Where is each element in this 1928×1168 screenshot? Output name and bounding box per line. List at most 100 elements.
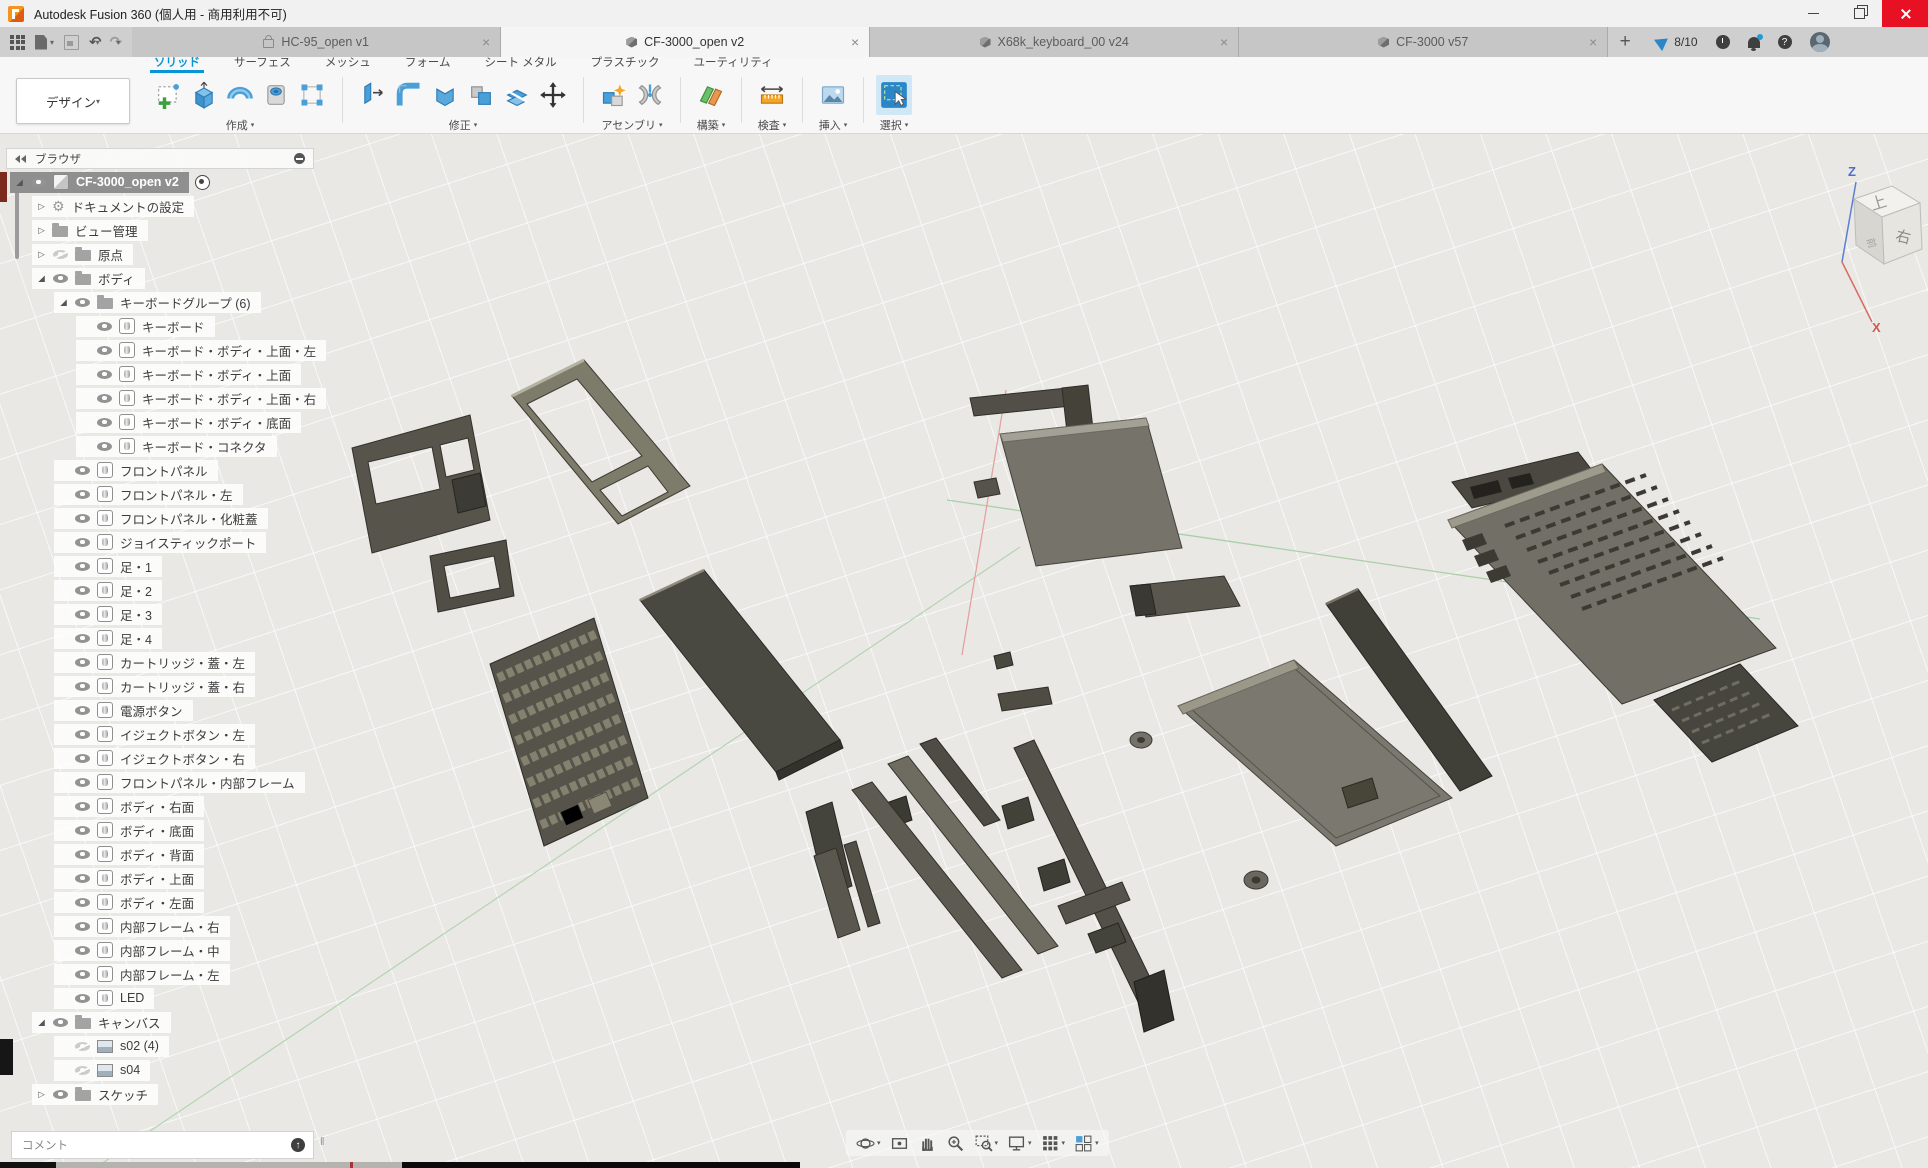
visibility-eye-icon[interactable] (53, 250, 68, 259)
display-settings-button[interactable]: ▾ (1007, 1134, 1032, 1153)
file-menu-icon[interactable]: ▾ (35, 35, 54, 50)
measure-button[interactable] (754, 75, 790, 115)
tree-row[interactable]: キーボード (6, 314, 314, 338)
visibility-eye-icon[interactable] (75, 850, 90, 859)
close-tab-icon[interactable]: × (482, 34, 490, 50)
notifications-bell-icon[interactable] (1748, 37, 1760, 48)
tree-row[interactable]: ◢キーボードグループ (6) (6, 290, 314, 314)
tree-row[interactable]: ▷ビュー管理 (6, 218, 314, 242)
tree-row[interactable]: ▷原点 (6, 242, 314, 266)
move-button[interactable] (535, 75, 571, 115)
construct-menu[interactable]: 構築▾ (697, 117, 726, 133)
pattern-button[interactable] (294, 75, 330, 115)
visibility-eye-icon[interactable] (75, 802, 90, 811)
create-menu[interactable]: 作成▾ (226, 117, 255, 133)
tree-row[interactable]: ボディ・上面 (6, 866, 314, 890)
visibility-eye-icon[interactable] (53, 1018, 68, 1027)
expand-closed-icon[interactable]: ▷ (34, 201, 49, 212)
visibility-eye-icon[interactable] (75, 514, 90, 523)
tree-row[interactable]: カートリッジ・蓋・右 (6, 674, 314, 698)
visibility-eye-icon[interactable] (75, 562, 90, 571)
restore-button[interactable] (1836, 0, 1882, 27)
tree-row[interactable]: 足・4 (6, 626, 314, 650)
tree-row[interactable]: s02 (4) (6, 1034, 314, 1058)
visibility-eye-icon[interactable] (75, 970, 90, 979)
visibility-eye-icon[interactable] (75, 994, 90, 1003)
pan-button[interactable] (918, 1134, 937, 1153)
ribbon-tab[interactable]: ソリッド (150, 54, 204, 73)
tree-row[interactable]: ◢CF-3000_open v2 (6, 170, 314, 194)
job-status[interactable]: 8/10 (1656, 35, 1697, 49)
tree-row[interactable]: フロントパネル・化粧蓋 (6, 506, 314, 530)
tree-row[interactable]: 内部フレーム・左 (6, 962, 314, 986)
document-tab[interactable]: HC-95_open v1× (132, 27, 501, 57)
look-at-button[interactable] (890, 1134, 909, 1153)
minimize-button[interactable] (1790, 0, 1836, 27)
display-mode-icon[interactable] (294, 153, 305, 164)
view-cube[interactable]: Z X 上 右 前 (1796, 152, 1928, 332)
comment-bar[interactable]: コメント ↑ (11, 1131, 314, 1159)
tree-row[interactable]: キーボード・ボディ・上面・右 (6, 386, 314, 410)
tree-row[interactable]: ▷スケッチ (6, 1082, 314, 1106)
visibility-eye-icon[interactable] (75, 778, 90, 787)
tree-row[interactable]: ボディ・左面 (6, 890, 314, 914)
ribbon-tab[interactable]: プラスチック (587, 54, 664, 73)
tree-row[interactable]: イジェクトボタン・左 (6, 722, 314, 746)
tree-row[interactable]: 内部フレーム・中 (6, 938, 314, 962)
tree-row[interactable]: ▷⚙ドキュメントの設定 (6, 194, 314, 218)
visibility-eye-icon[interactable] (75, 586, 90, 595)
visibility-eye-icon[interactable] (75, 1042, 90, 1051)
visibility-eye-icon[interactable] (75, 874, 90, 883)
app-grid-icon[interactable] (10, 35, 25, 50)
document-tab[interactable]: CF-3000 v57× (1239, 27, 1608, 57)
tree-row[interactable]: LED (6, 986, 314, 1010)
visibility-eye-icon[interactable] (75, 466, 90, 475)
document-tab[interactable]: CF-3000_open v2× (501, 27, 870, 57)
tree-row[interactable]: 足・3 (6, 602, 314, 626)
redo-icon[interactable]: ↷▾ (110, 33, 121, 51)
document-tab[interactable]: X68k_keyboard_00 v24× (870, 27, 1239, 57)
select-menu[interactable]: 選択▾ (880, 117, 909, 133)
combine-button[interactable] (463, 75, 499, 115)
split-body-button[interactable] (499, 75, 535, 115)
construction-plane-button[interactable] (693, 75, 729, 115)
visibility-eye-icon[interactable] (75, 634, 90, 643)
visibility-eye-icon[interactable] (31, 178, 46, 187)
insert-menu[interactable]: 挿入▾ (819, 117, 848, 133)
expand-open-icon[interactable]: ◢ (34, 1017, 49, 1028)
close-tab-icon[interactable]: × (1220, 34, 1228, 50)
comment-submit-icon[interactable]: ↑ (291, 1138, 305, 1152)
visibility-eye-icon[interactable] (97, 394, 112, 403)
insert-image-button[interactable] (815, 75, 851, 115)
visibility-eye-icon[interactable] (97, 346, 112, 355)
tree-row[interactable]: 電源ボタン (6, 698, 314, 722)
tree-row[interactable]: フロントパネル (6, 458, 314, 482)
expand-closed-icon[interactable]: ▷ (34, 1089, 49, 1100)
ribbon-tab[interactable]: フォーム (401, 54, 455, 73)
tree-row[interactable]: 足・2 (6, 578, 314, 602)
tree-row[interactable]: 足・1 (6, 554, 314, 578)
expand-closed-icon[interactable]: ▷ (34, 249, 49, 260)
select-button[interactable] (876, 75, 912, 115)
help-icon[interactable]: ? (1778, 35, 1792, 49)
visibility-eye-icon[interactable] (97, 370, 112, 379)
visibility-eye-icon[interactable] (75, 898, 90, 907)
close-button[interactable] (1882, 0, 1928, 27)
ribbon-tab[interactable]: サーフェス (230, 54, 295, 73)
visibility-eye-icon[interactable] (75, 682, 90, 691)
visibility-eye-icon[interactable] (75, 706, 90, 715)
ribbon-tab[interactable]: メッシュ (321, 54, 375, 73)
tree-row[interactable]: ジョイスティックポート (6, 530, 314, 554)
new-component-button[interactable] (596, 75, 632, 115)
visibility-eye-icon[interactable] (53, 274, 68, 283)
zoom-button[interactable] (946, 1134, 965, 1153)
hole-button[interactable] (258, 75, 294, 115)
close-tab-icon[interactable]: × (851, 34, 859, 50)
fit-button[interactable]: ▾ (974, 1134, 999, 1153)
history-clock-icon[interactable] (1716, 35, 1730, 49)
model-parts[interactable] (352, 360, 1798, 1032)
viewports-button[interactable]: ▾ (1074, 1134, 1099, 1153)
tree-row[interactable]: ボディ・底面 (6, 818, 314, 842)
visibility-eye-icon[interactable] (75, 1066, 90, 1075)
tree-row[interactable]: キーボード・コネクタ (6, 434, 314, 458)
